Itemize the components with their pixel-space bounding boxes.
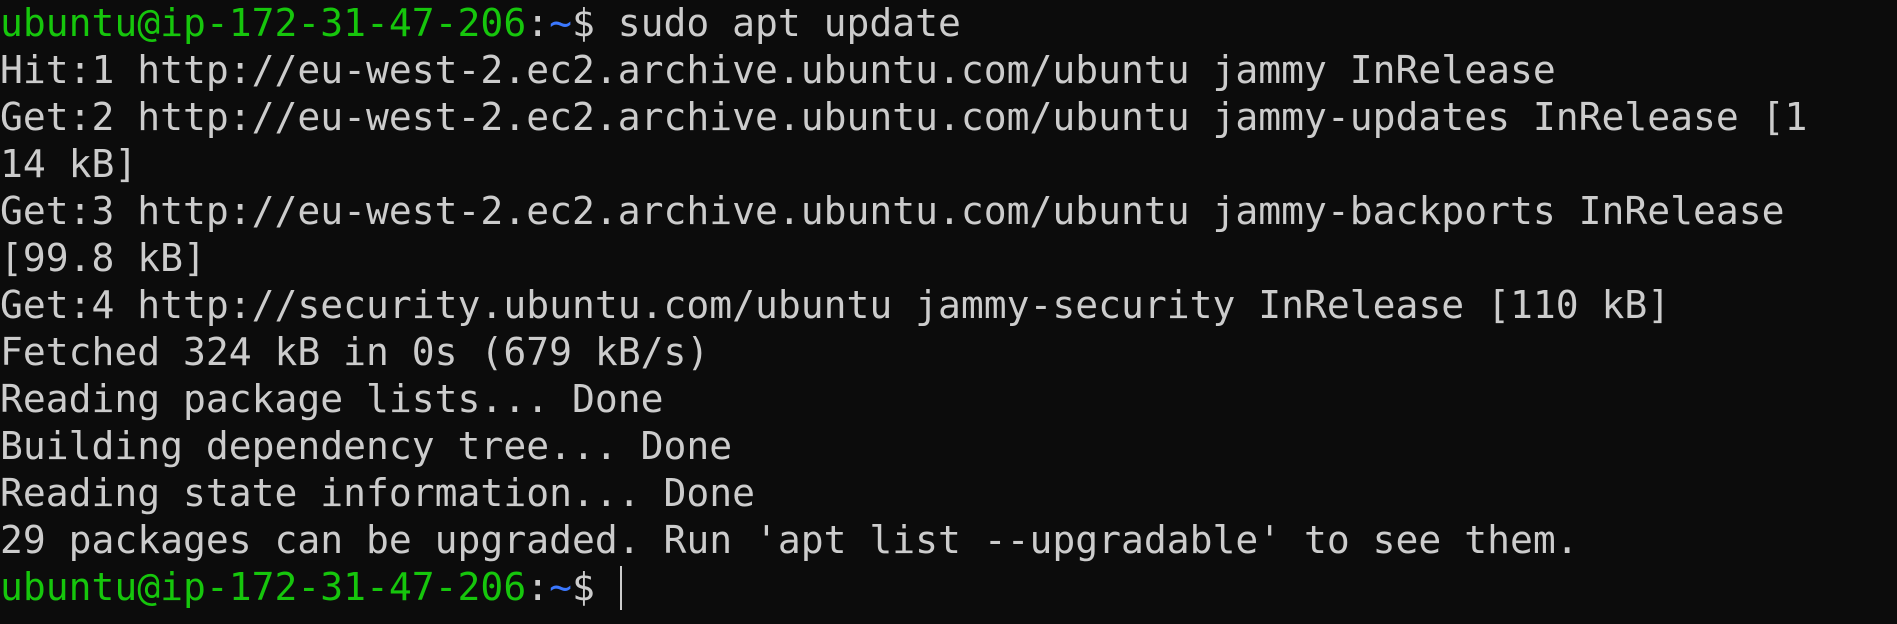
text-cursor <box>619 566 622 610</box>
prompt-path: ~ <box>549 1 572 45</box>
output-line: Building dependency tree... Done <box>0 424 733 468</box>
output-line: 29 packages can be upgraded. Run 'apt li… <box>0 518 1579 562</box>
prompt-colon: : <box>526 565 550 609</box>
prompt-user-host: ubuntu@ip-172-31-47-206 <box>0 565 527 609</box>
prompt-symbol: $ <box>571 565 618 609</box>
output-line: [99.8 kB] <box>0 236 206 280</box>
output-line: Hit:1 http://eu-west-2.ec2.archive.ubunt… <box>0 48 1556 92</box>
prompt-symbol: $ <box>571 1 618 45</box>
output-line: 14 kB] <box>0 142 138 186</box>
prompt-user-host: ubuntu@ip-172-31-47-206 <box>0 1 527 45</box>
command-line: ubuntu@ip-172-31-47-206:~$ sudo apt upda… <box>0 0 1897 47</box>
output-line: Reading state information... Done <box>0 471 755 515</box>
output-line: Get:4 http://security.ubuntu.com/ubuntu … <box>0 283 1671 327</box>
prompt-path: ~ <box>549 565 572 609</box>
output-line: Get:3 http://eu-west-2.ec2.archive.ubunt… <box>0 189 1785 233</box>
prompt-colon: : <box>526 1 550 45</box>
output-line: Fetched 324 kB in 0s (679 kB/s) <box>0 330 710 374</box>
terminal-window[interactable]: ubuntu@ip-172-31-47-206:~$ sudo apt upda… <box>0 0 1897 624</box>
output-line: Reading package lists... Done <box>0 377 664 421</box>
command-text: sudo apt update <box>617 1 961 45</box>
active-prompt-line[interactable]: ubuntu@ip-172-31-47-206:~$ <box>0 564 1897 611</box>
output-line: Get:2 http://eu-west-2.ec2.archive.ubunt… <box>0 95 1808 139</box>
